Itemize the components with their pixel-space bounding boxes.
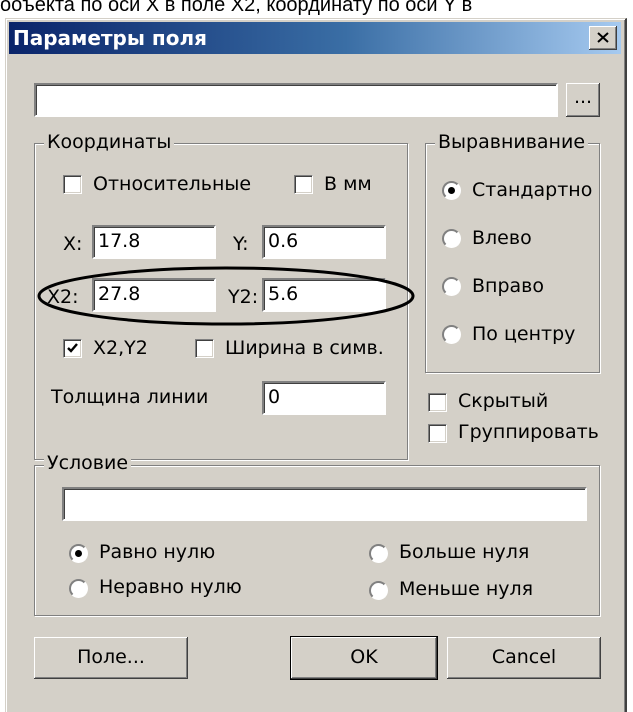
- x-label: X:: [63, 233, 83, 255]
- highlight-ellipse: [37, 266, 415, 326]
- ok-button[interactable]: OK: [291, 637, 437, 679]
- align-left-label: Влево: [472, 227, 532, 249]
- alignment-legend: Выравнивание: [435, 131, 589, 153]
- close-button[interactable]: [589, 26, 617, 50]
- cond-equal-zero-radio[interactable]: [69, 544, 88, 563]
- align-right-label: Вправо: [472, 275, 544, 297]
- radio-selected-dot: [75, 550, 82, 557]
- y-input[interactable]: 0.6: [262, 225, 386, 259]
- cancel-button[interactable]: Cancel: [447, 637, 601, 679]
- checkmark-icon: [67, 343, 78, 353]
- char-width-label: Ширина в симв.: [225, 337, 384, 359]
- line-thickness-input[interactable]: 0: [262, 381, 386, 415]
- radio-selected-dot: [448, 187, 455, 194]
- in-mm-label: В мм: [324, 173, 372, 195]
- hidden-label: Скрытый: [458, 390, 549, 412]
- group-label: Группировать: [458, 421, 599, 443]
- group-checkbox[interactable]: [428, 424, 447, 443]
- cond-less-zero-radio[interactable]: [369, 581, 388, 600]
- x2y2-label: X2,Y2: [93, 337, 148, 359]
- hidden-checkbox[interactable]: [428, 393, 447, 412]
- align-left-radio[interactable]: [442, 229, 461, 248]
- cond-less-zero-label: Меньше нуля: [399, 578, 534, 600]
- x-input[interactable]: 17.8: [92, 225, 216, 259]
- y-label: Y:: [233, 233, 249, 255]
- cond-equal-zero-label: Равно нулю: [99, 541, 216, 563]
- cond-greater-zero-label: Больше нуля: [399, 541, 530, 563]
- cond-not-equal-zero-radio[interactable]: [69, 579, 88, 598]
- field-parameters-dialog: Параметры поля ... Координаты Относитель…: [5, 18, 627, 712]
- cond-not-equal-zero-label: Неравно нулю: [99, 576, 242, 598]
- align-center-radio[interactable]: [442, 325, 461, 344]
- x2y2-checkbox[interactable]: [63, 339, 82, 358]
- line-thickness-label: Толщина линии: [51, 386, 209, 408]
- condition-input[interactable]: [62, 487, 587, 521]
- in-mm-checkbox[interactable]: [294, 175, 313, 194]
- background-caption: ооъекта по оси X в поле X2, координату п…: [0, 0, 473, 16]
- relative-checkbox[interactable]: [63, 175, 82, 194]
- browse-button[interactable]: ...: [566, 83, 600, 117]
- cond-greater-zero-radio[interactable]: [369, 544, 388, 563]
- align-standard-label: Стандартно: [472, 179, 593, 201]
- relative-label: Относительные: [93, 173, 252, 195]
- char-width-checkbox[interactable]: [195, 339, 214, 358]
- dialog-title: Параметры поля: [13, 26, 207, 50]
- align-center-label: По центру: [472, 323, 576, 345]
- condition-legend: Условие: [44, 452, 132, 474]
- align-standard-radio[interactable]: [442, 181, 461, 200]
- align-right-radio[interactable]: [442, 277, 461, 296]
- title-bar: Параметры поля: [9, 22, 621, 54]
- field-button[interactable]: Поле...: [34, 637, 188, 679]
- close-icon: [597, 32, 609, 43]
- coordinates-legend: Координаты: [44, 131, 175, 153]
- field-expression-input[interactable]: [34, 83, 558, 117]
